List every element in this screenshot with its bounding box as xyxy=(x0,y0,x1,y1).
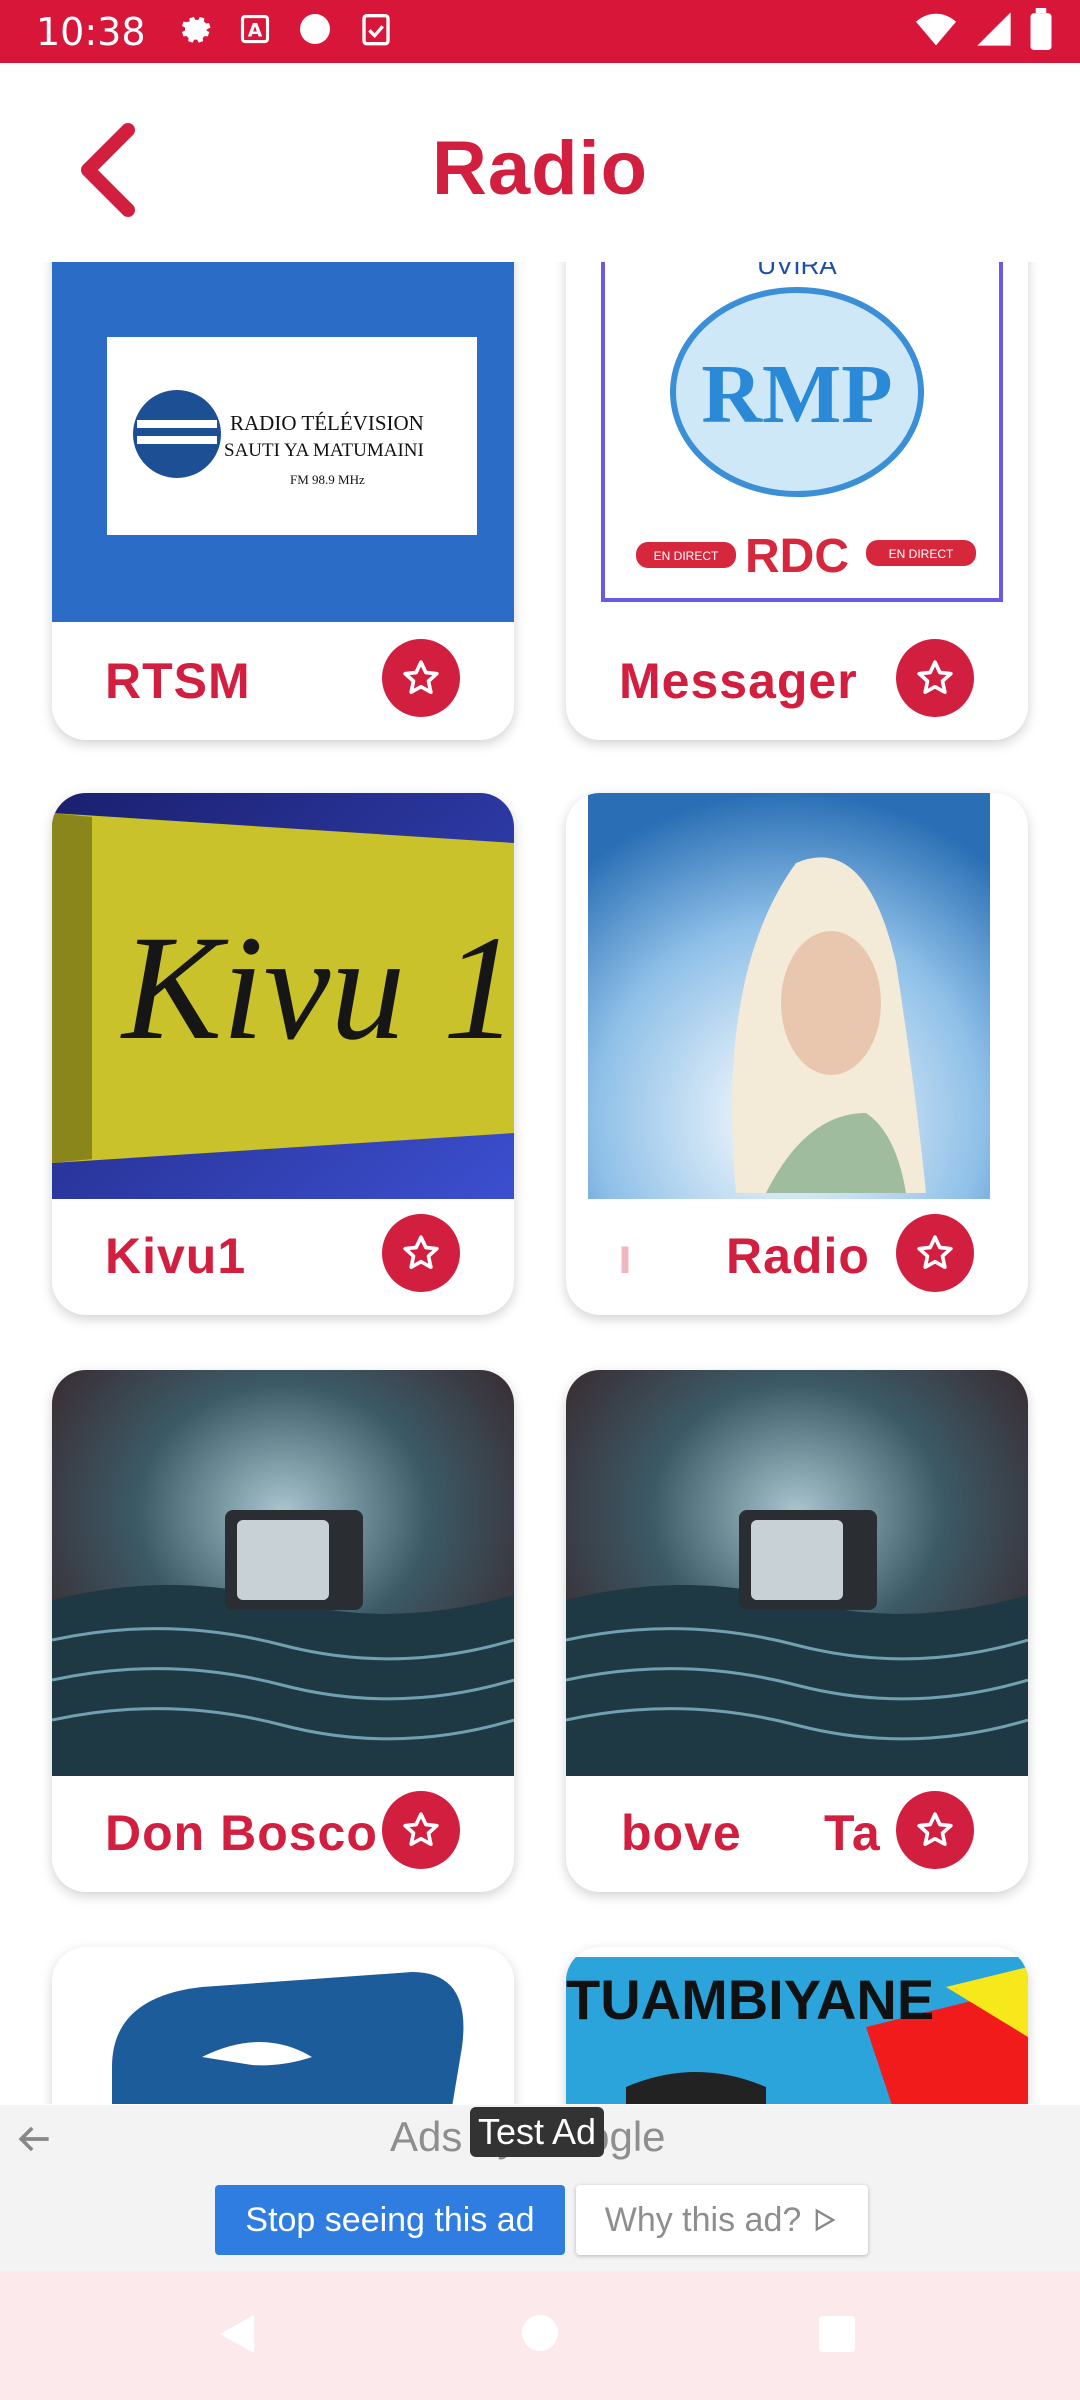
favorite-button[interactable] xyxy=(382,1214,460,1292)
station-name: Messager xyxy=(619,653,858,709)
station-card-radio-maria[interactable]: ı Radio xyxy=(566,793,1028,1315)
ad-back-arrow-icon[interactable] xyxy=(12,2117,56,2166)
station-logo: UVIRA RMP RDC EN DIRECT EN DIRECT xyxy=(566,262,1028,622)
system-nav-bar xyxy=(0,2271,1080,2400)
logo-text-rdc: RDC xyxy=(745,530,849,583)
logo-text-line3: FM 98.9 MHz xyxy=(290,472,365,487)
favorite-button[interactable] xyxy=(896,639,974,717)
station-name: Radio xyxy=(726,1228,870,1284)
font-icon: A xyxy=(240,14,270,49)
logo-text-line1: RADIO TÉLÉVISION xyxy=(230,411,424,435)
star-icon xyxy=(917,1235,953,1269)
settings-icon xyxy=(176,11,212,52)
favorite-button[interactable] xyxy=(896,1791,974,1869)
station-card-marquee[interactable]: bove Ta xyxy=(566,1370,1028,1892)
station-card-partial-left[interactable] xyxy=(52,1947,514,2104)
clock: 10:38 xyxy=(36,9,146,54)
favorite-button[interactable] xyxy=(896,1214,974,1292)
station-name: Kivu1 xyxy=(105,1228,247,1284)
nav-back-icon[interactable] xyxy=(215,2311,259,2362)
station-name-suffix: Ta xyxy=(824,1805,881,1861)
why-this-ad-button[interactable]: Why this ad? xyxy=(576,2185,868,2255)
star-icon xyxy=(917,1812,953,1846)
logo-badge-left: EN DIRECT xyxy=(654,549,719,563)
nav-home-icon[interactable] xyxy=(520,2313,560,2358)
circle-icon xyxy=(298,12,332,51)
station-name-prefix: ı xyxy=(618,1228,633,1284)
station-logo xyxy=(52,1947,514,2104)
favorite-button[interactable] xyxy=(382,1791,460,1869)
logo-text-top: UVIRA xyxy=(757,262,837,280)
logo-text-line2: SAUTI YA MATUMAINI xyxy=(224,440,424,461)
station-logo xyxy=(52,1370,514,1776)
station-grid[interactable]: RADIO TÉLÉVISION SAUTI YA MATUMAINI FM 9… xyxy=(0,262,1080,2104)
station-card-kivu1[interactable]: Kivu 1 Kivu1 xyxy=(52,793,514,1315)
star-icon xyxy=(403,1235,439,1269)
logo-text-tuambiyane: TUAMBIYANE xyxy=(566,1968,934,2031)
star-icon xyxy=(917,660,953,694)
why-this-ad-label: Why this ad? xyxy=(604,2200,802,2239)
logo-text-rmp: RMP xyxy=(701,348,892,441)
station-card-tuambiyane[interactable]: TUAMBIYANE xyxy=(566,1947,1028,2104)
station-logo: RADIO TÉLÉVISION SAUTI YA MATUMAINI FM 9… xyxy=(52,262,514,622)
star-icon xyxy=(403,660,439,694)
page-title: Radio xyxy=(431,126,649,211)
station-card-don-bosco[interactable]: Don Bosco xyxy=(52,1370,514,1892)
app-bar: Radio xyxy=(0,63,1080,260)
adchoices-icon xyxy=(815,2208,836,2232)
star-icon xyxy=(403,1812,439,1846)
stop-seeing-ad-button[interactable]: Stop seeing this ad xyxy=(215,2185,565,2255)
clipboard-check-icon xyxy=(360,11,392,52)
signal-icon xyxy=(974,9,1014,54)
logo-badge-right: EN DIRECT xyxy=(889,547,954,561)
station-logo xyxy=(566,793,1028,1199)
svg-text:A: A xyxy=(247,21,262,42)
favorite-button[interactable] xyxy=(382,639,460,717)
station-card-messager[interactable]: UVIRA RMP RDC EN DIRECT EN DIRECT Messag… xyxy=(566,262,1028,740)
logo-text-kivu: Kivu 1 xyxy=(120,905,514,1071)
station-logo xyxy=(566,1370,1028,1776)
station-card-rtsm[interactable]: RADIO TÉLÉVISION SAUTI YA MATUMAINI FM 9… xyxy=(52,262,514,740)
ad-banner[interactable]: Ads by Google Test Ad Stop seeing this a… xyxy=(0,2105,1080,2271)
station-name: RTSM xyxy=(105,653,251,709)
test-ad-badge: Test Ad xyxy=(470,2107,605,2157)
nav-recents-icon[interactable] xyxy=(817,2314,857,2359)
station-logo: TUAMBIYANE xyxy=(566,1947,1028,2104)
station-name: Don Bosco xyxy=(105,1805,378,1861)
wifi-icon xyxy=(914,9,958,54)
station-name: bove xyxy=(621,1805,742,1861)
battery-icon xyxy=(1030,8,1052,55)
status-bar: 10:38 A xyxy=(0,0,1080,63)
station-logo: Kivu 1 xyxy=(52,793,514,1199)
